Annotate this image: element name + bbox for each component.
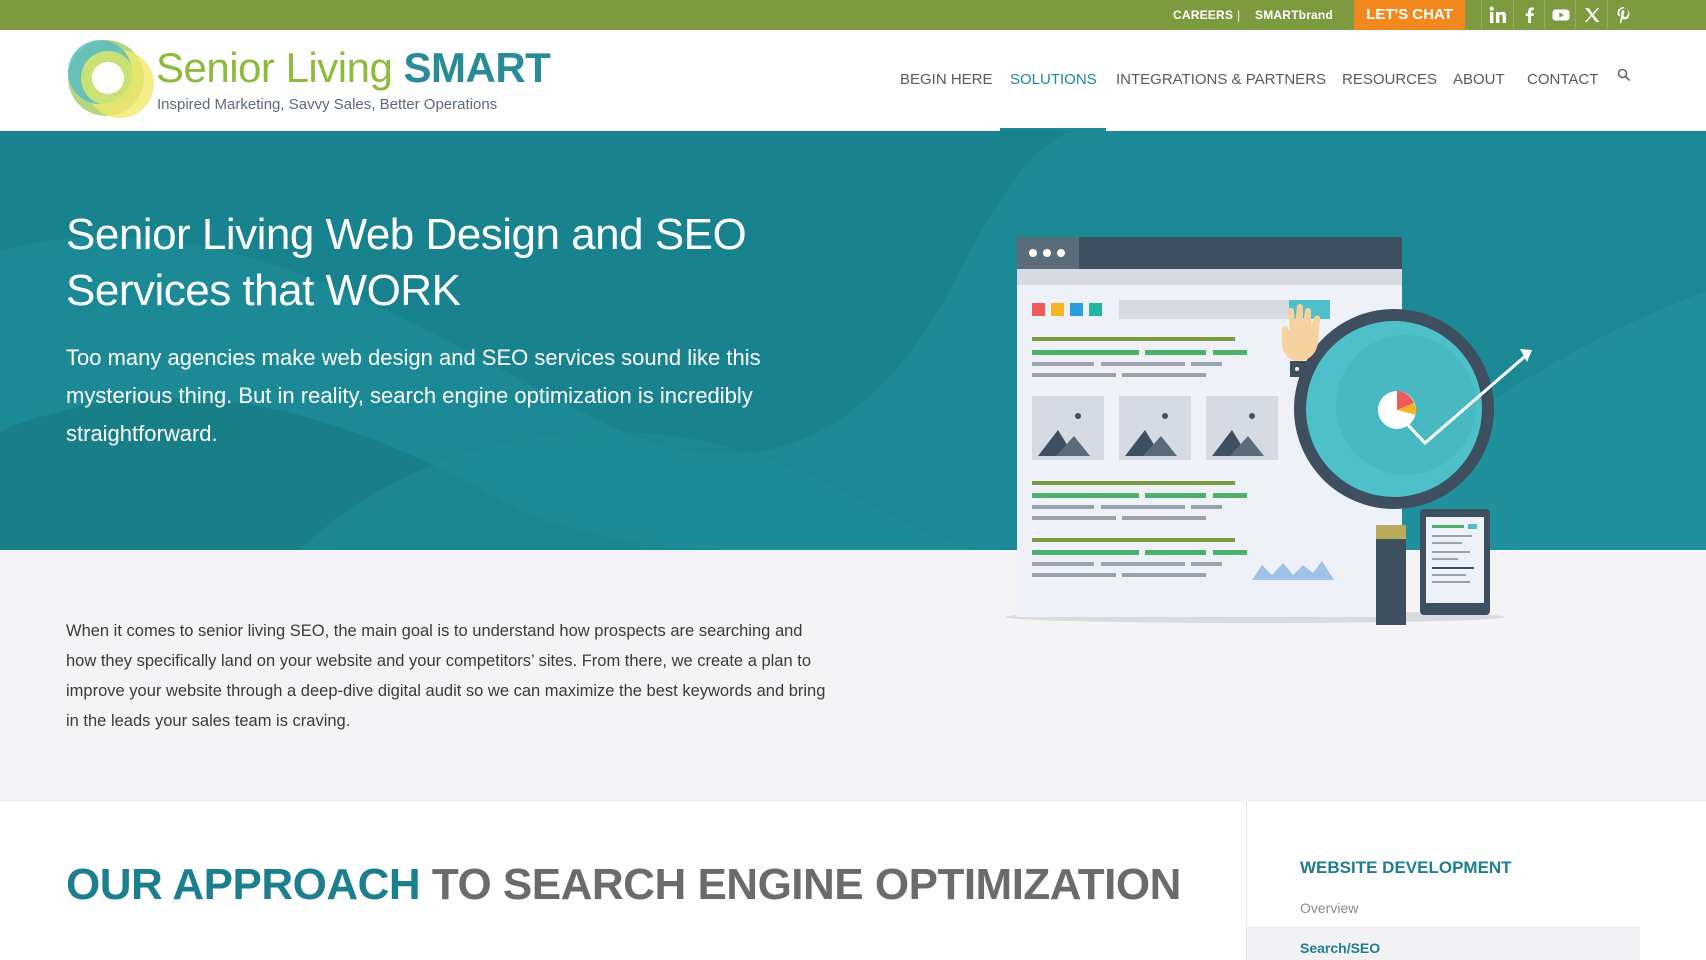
linkedin-icon[interactable] [1481,0,1511,30]
facebook-icon[interactable] [1513,0,1543,30]
careers-link[interactable]: CAREERS [1173,8,1233,22]
nav-integrations-partners[interactable]: INTEGRATIONS & PARTNERS [1116,71,1326,88]
sidebar-menu: WEBSITE DEVELOPMENT Overview Search/SEO [1246,802,1640,960]
logo-icon[interactable] [64,38,154,122]
pinterest-icon[interactable] [1607,0,1637,30]
nav-solutions[interactable]: SOLUTIONS [1010,71,1097,88]
search-icon[interactable] [1617,68,1631,82]
logo-wordmark[interactable]: Senior Living SMART [156,44,551,92]
x-icon[interactable] [1575,0,1605,30]
youtube-icon[interactable] [1544,0,1574,30]
approach-section: OUR APPROACH TO SEARCH ENGINE OPTIMIZATI… [0,802,1706,960]
hero-title: Senior Living Web Design and SEO Service… [66,210,747,315]
seo-illustration [1005,237,1532,625]
sidebar-item-label: Search/SEO [1300,940,1381,956]
intro-paragraph: When it comes to senior living SEO, the … [66,622,826,730]
site-header: Senior Living SMART Inspired Marketing, … [0,30,1706,131]
nav-resources[interactable]: RESOURCES [1342,71,1437,88]
hero-subtitle: Too many agencies make web design and SE… [66,345,761,446]
top-bar: CAREERS | SMARTbrand LET'S CHAT [0,0,1706,30]
top-separator: | [1237,8,1241,22]
nav-begin-here[interactable]: BEGIN HERE [900,71,993,88]
nav-contact[interactable]: CONTACT [1527,71,1598,88]
smartbrand-link[interactable]: SMARTbrand [1255,8,1333,22]
sidebar-item-overview[interactable]: Overview [1300,900,1358,916]
sidebar-heading: WEBSITE DEVELOPMENT [1300,858,1512,877]
nav-about[interactable]: ABOUT [1453,71,1505,88]
sidebar-item-search-seo[interactable]: Search/SEO [1247,926,1640,960]
approach-heading: OUR APPROACH TO SEARCH ENGINE OPTIMIZATI… [66,860,1181,909]
logo-tagline: Inspired Marketing, Savvy Sales, Better … [157,96,498,113]
lets-chat-button[interactable]: LET'S CHAT [1354,0,1465,30]
